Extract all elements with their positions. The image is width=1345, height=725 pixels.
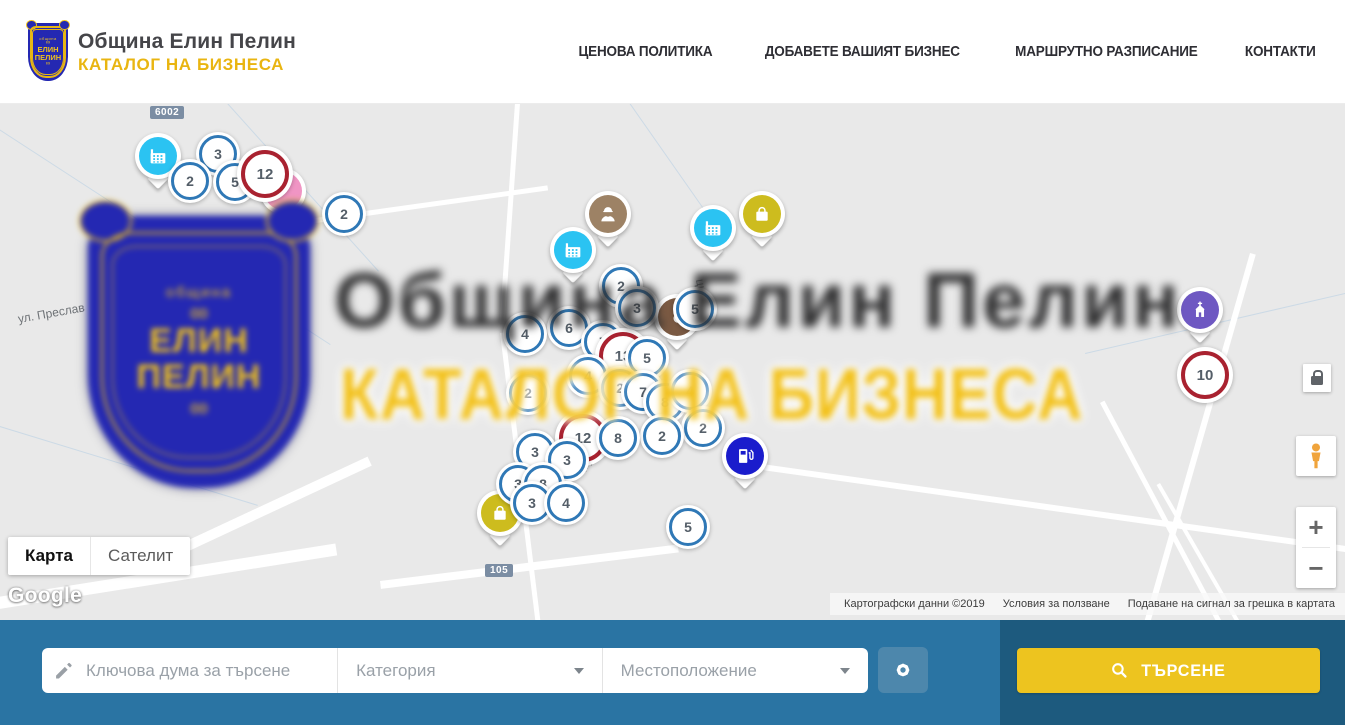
cluster-marker[interactable]: 10 <box>1177 347 1233 403</box>
location-dropdown[interactable]: Местоположение <box>602 648 868 693</box>
cluster-marker[interactable]: 4 <box>544 481 588 525</box>
terms-link[interactable]: Условия за ползване <box>1003 598 1110 610</box>
municipality-crest-icon: община ∞ ЕЛИН ПЕЛИН ∞ <box>28 23 68 81</box>
cluster-count: 5 <box>684 519 692 535</box>
cluster-marker[interactable]: 2 <box>322 192 366 236</box>
cluster-count: 3 <box>528 495 536 511</box>
cluster-count: 12 <box>257 166 274 183</box>
bag-icon <box>751 203 773 225</box>
road-number-badge: 105 <box>485 564 513 577</box>
bag-icon <box>489 502 511 524</box>
chevron-down-icon <box>574 668 584 674</box>
site-title: Община Елин Пелин <box>78 30 296 54</box>
brand-logo[interactable]: община ∞ ЕЛИН ПЕЛИН ∞ Община Елин Пелин … <box>28 23 296 81</box>
category-dropdown-label: Категория <box>356 661 435 681</box>
street-view-pegman[interactable] <box>1296 436 1336 476</box>
cluster-count: 2 <box>186 173 194 189</box>
crest-ornament: ∞ <box>190 301 209 324</box>
shopping-bag-pin[interactable] <box>739 191 785 237</box>
pin-ball <box>722 433 768 479</box>
fuel-station-pin[interactable] <box>722 433 768 479</box>
cluster-marker[interactable]: 5 <box>666 505 710 549</box>
search-icon <box>1110 661 1129 680</box>
factory-icon <box>147 145 169 167</box>
road-number-badge: 6002 <box>150 106 184 119</box>
keyword-field <box>42 648 337 693</box>
map-type-map-button[interactable]: Карта <box>8 537 90 575</box>
cluster-marker[interactable]: 12 <box>237 146 293 202</box>
nav-pricing-policy[interactable]: ЦЕНОВА ПОЛИТИКА <box>579 43 713 60</box>
nav-add-your-business[interactable]: ДОБАВЕТЕ ВАШИЯТ БИЗНЕС <box>765 43 960 60</box>
cluster-count: 10 <box>1197 367 1214 384</box>
nav-contacts[interactable]: КОНТАКТИ <box>1245 43 1316 60</box>
crest-name-line2: ПЕЛИН <box>137 360 262 396</box>
search-bar: Категория Местоположение ТЪРСЕНЕ <box>0 620 1345 725</box>
keyword-input[interactable] <box>84 660 337 682</box>
watermark-crest: община ∞ ЕЛИН ПЕЛИН ∞ <box>88 216 310 488</box>
worker-icon <box>597 203 619 225</box>
main-nav: ЦЕНОВА ПОЛИТИКА ДОБАВЕТЕ ВАШИЯТ БИЗНЕС М… <box>571 0 1320 103</box>
pin-ball <box>1177 287 1223 333</box>
map-type-satellite-button[interactable]: Сателит <box>90 537 190 575</box>
lock-button[interactable] <box>1303 364 1331 392</box>
street-name-label: ул. Преслав <box>17 300 86 325</box>
church-pin[interactable] <box>1177 287 1223 333</box>
page: община ∞ ЕЛИН ПЕЛИН ∞ Община Елин Пелин … <box>0 0 1345 725</box>
advanced-settings-button[interactable] <box>878 647 928 693</box>
map-attribution: Картографски данни ©2019 Условия за полз… <box>830 593 1345 615</box>
search-button-label: ТЪРСЕНЕ <box>1141 661 1225 681</box>
watermark-subtitle: КАТАЛОГ НА БИЗНЕСА <box>340 359 1083 431</box>
pin-ball <box>690 205 736 251</box>
search-button[interactable]: ТЪРСЕНЕ <box>1017 648 1320 693</box>
zoom-out-button[interactable]: − <box>1296 548 1336 588</box>
fuel-icon <box>734 445 756 467</box>
google-logo[interactable]: Google <box>8 584 82 608</box>
cluster-count: 3 <box>563 452 571 468</box>
nav-route-schedule[interactable]: МАРШРУТНО РАЗПИСАНИЕ <box>1015 43 1197 60</box>
category-dropdown[interactable]: Категория <box>337 648 602 693</box>
crest-ornament: ∞ <box>190 396 209 419</box>
watermark-title: Община Елин Пелин <box>334 261 1182 339</box>
church-icon <box>1189 299 1211 321</box>
crest-ornament: ∞ <box>46 62 50 67</box>
lock-icon <box>1311 376 1323 385</box>
pencil-icon <box>54 661 74 681</box>
search-fields-group: Категория Местоположение <box>42 648 868 693</box>
report-map-error-link[interactable]: Подаване на сигнал за грешка в картата <box>1128 598 1335 610</box>
attribution-copyright: Картографски данни ©2019 <box>844 598 985 610</box>
crest-name-line1: ЕЛИН <box>149 324 249 360</box>
cluster-count: 3 <box>531 444 539 460</box>
cluster-count: 2 <box>340 206 348 222</box>
brand-text: Община Елин Пелин КАТАЛОГ НА БИЗНЕСА <box>78 30 296 75</box>
zoom-control: + − <box>1296 507 1336 588</box>
factory-pin[interactable] <box>690 205 736 251</box>
cluster-count: 4 <box>562 495 570 511</box>
location-dropdown-label: Местоположение <box>621 661 757 681</box>
chevron-down-icon <box>840 668 850 674</box>
cluster-count: 3 <box>214 146 222 162</box>
map-canvas[interactable]: ул. Преславбул. „Новоселци“6002105325122… <box>0 103 1345 620</box>
header: община ∞ ЕЛИН ПЕЛИН ∞ Община Елин Пелин … <box>0 0 1345 104</box>
pegman-icon <box>1300 440 1332 472</box>
map-type-control: Карта Сателит <box>8 537 190 575</box>
site-subtitle: КАТАЛОГ НА БИЗНЕСА <box>78 55 296 75</box>
factory-icon <box>702 217 724 239</box>
cluster-marker[interactable]: 2 <box>168 159 212 203</box>
zoom-in-button[interactable]: + <box>1296 507 1336 547</box>
gear-icon <box>891 658 915 682</box>
pin-ball <box>739 191 785 237</box>
